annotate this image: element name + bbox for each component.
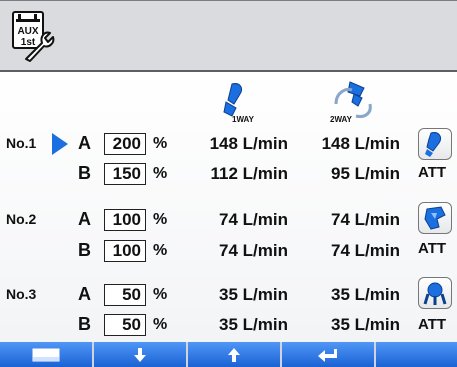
down-button[interactable] [92,342,186,367]
attachment-number-label: No.2 [6,211,37,227]
flow-percent-field[interactable]: 100 [104,240,146,262]
enter-return-icon [318,348,337,362]
circuit-b-label: B [78,240,91,260]
att-label: ATT [418,164,447,181]
flow-percent-field[interactable]: 150 [104,163,146,185]
one-way-flow-value: 112 L/min [210,164,288,183]
circuit-a-label: A [78,209,91,229]
percent-unit: % [153,135,168,152]
att-attachment-1-icon[interactable] [418,128,452,160]
arrow-down-icon [134,347,146,362]
two-way-flow-value: 35 L/min [331,285,400,304]
two-way-hydraulic-icon: 2WAY [330,81,372,124]
one-way-flow-value: 35 L/min [219,315,288,334]
two-way-flow-value: 95 L/min [331,164,400,183]
header-bar: AUX 1st [0,0,457,72]
screen-icon [32,348,60,361]
circuit-b-label: B [78,163,91,183]
att-label: ATT [418,316,447,333]
svg-text:1WAY: 1WAY [232,115,255,124]
percent-unit: % [153,165,168,182]
percent-unit: % [153,316,168,333]
screen-button[interactable] [0,342,92,367]
percent-unit: % [153,286,168,303]
one-way-flow-value: 74 L/min [219,210,288,229]
svg-text:1st: 1st [21,37,36,48]
flow-percent-field[interactable]: 50 [104,314,146,336]
one-way-hydraulic-icon: 1WAY [223,83,255,124]
blank-function-button[interactable] [374,342,457,367]
flow-percent-field[interactable]: 200 [104,133,146,155]
att-label: ATT [418,240,447,257]
two-way-flow-value: 148 L/min [321,134,400,153]
percent-unit: % [153,211,168,228]
svg-text:2WAY: 2WAY [330,115,353,124]
flow-settings-panel: 1WAY 2WAY No.1 A 200 % 148 L/min 148 L/m… [0,72,457,342]
circuit-a-label: A [78,133,91,153]
flow-percent-field[interactable]: 100 [104,209,146,231]
function-key-bar [0,342,457,367]
two-way-flow-value: 74 L/min [331,241,400,260]
two-way-flow-value: 35 L/min [331,315,400,334]
selected-row-indicator [52,133,68,155]
up-button[interactable] [186,342,280,367]
arrow-up-icon [228,347,240,362]
grapple-icon [423,282,447,305]
flow-percent-field[interactable]: 50 [104,284,146,306]
percent-unit: % [153,242,168,259]
one-way-flow-value: 148 L/min [209,134,288,153]
breaker-icon [425,132,442,157]
two-way-flow-value: 74 L/min [331,210,400,229]
attachment-number-label: No.1 [6,135,37,151]
circuit-a-label: A [78,284,91,304]
att-attachment-3-icon[interactable] [418,277,452,309]
circuit-b-label: B [78,314,91,334]
aux-setting-wrench-icon: AUX 1st [12,11,55,62]
crusher-icon [424,206,446,230]
one-way-flow-value: 35 L/min [219,285,288,304]
svg-text:AUX: AUX [17,26,38,37]
enter-button[interactable] [280,342,374,367]
one-way-flow-value: 74 L/min [219,241,288,260]
att-attachment-2-icon[interactable] [418,202,452,234]
attachment-number-label: No.3 [6,286,37,302]
